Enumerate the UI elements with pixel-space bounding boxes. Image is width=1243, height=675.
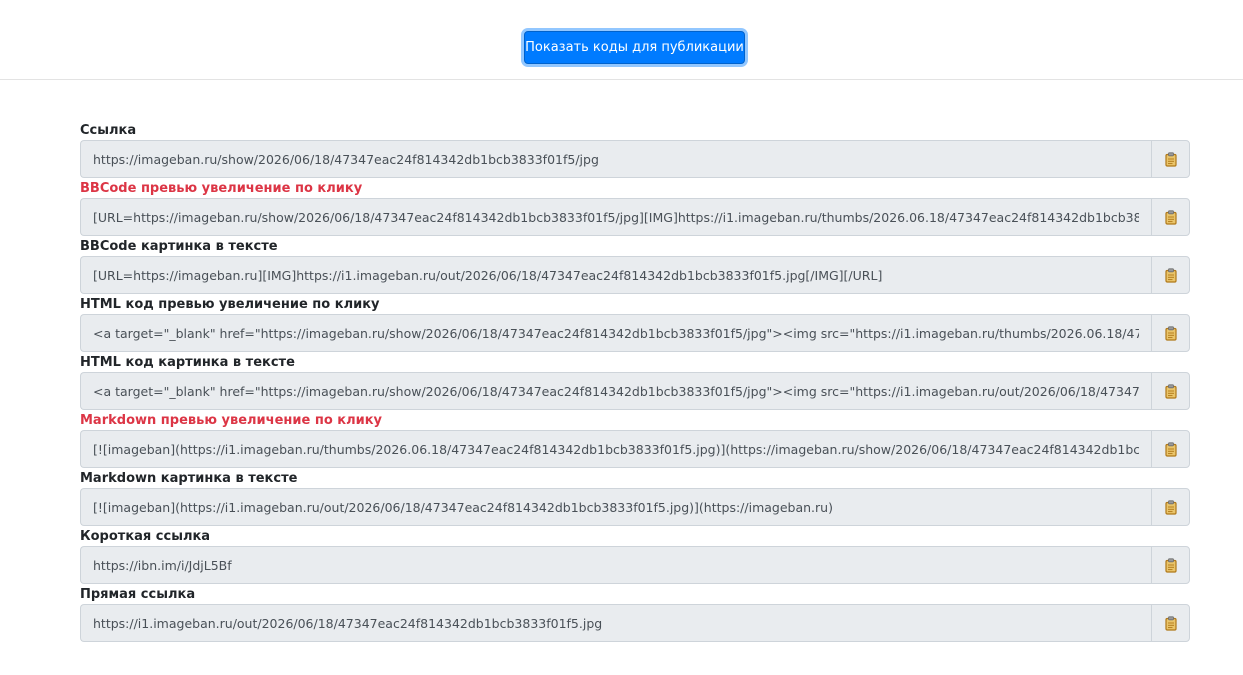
code-group-direct-link: Прямая ссылка: [80, 585, 1190, 643]
clipboard-icon: [1164, 499, 1177, 515]
clipboard-icon: [1164, 441, 1177, 457]
html-preview-field[interactable]: [80, 314, 1151, 352]
copy-button[interactable]: [1151, 430, 1190, 468]
code-label: Ссылка: [80, 123, 137, 138]
markdown-preview-field[interactable]: [80, 430, 1151, 468]
code-label: Прямая ссылка: [80, 587, 196, 602]
copy-button[interactable]: [1151, 372, 1190, 410]
link-field[interactable]: [80, 140, 1151, 178]
bbcode-inline-field[interactable]: [80, 256, 1151, 294]
copy-button[interactable]: [1151, 546, 1190, 584]
clipboard-icon: [1164, 615, 1177, 631]
short-link-field[interactable]: [80, 546, 1151, 584]
input-group: [80, 198, 1190, 236]
code-group-markdown-preview: Markdown превью увеличение по клику: [80, 411, 1190, 469]
input-group: [80, 140, 1190, 178]
code-group-short-link: Короткая ссылка: [80, 527, 1190, 585]
input-group: [80, 314, 1190, 352]
copy-button[interactable]: [1151, 256, 1190, 294]
clipboard-icon: [1164, 151, 1177, 167]
input-group: [80, 546, 1190, 584]
copy-button[interactable]: [1151, 140, 1190, 178]
clipboard-icon: [1164, 383, 1177, 399]
clipboard-icon: [1164, 267, 1177, 283]
input-group: [80, 488, 1190, 526]
code-label: BBCode картинка в тексте: [80, 239, 278, 254]
code-label: Markdown превью увеличение по клику: [80, 413, 383, 428]
code-label: HTML код картинка в тексте: [80, 355, 295, 370]
clipboard-icon: [1164, 209, 1177, 225]
top-bar: Показать коды для публикации: [0, 0, 1243, 80]
show-codes-button[interactable]: Показать коды для публикации: [524, 31, 745, 64]
input-group: [80, 256, 1190, 294]
code-group-markdown-inline: Markdown картинка в тексте: [80, 469, 1190, 527]
code-group-link: Ссылка: [80, 121, 1190, 179]
clipboard-icon: [1164, 325, 1177, 341]
copy-button[interactable]: [1151, 314, 1190, 352]
copy-button[interactable]: [1151, 604, 1190, 642]
code-group-bbcode-preview: BBCode превью увеличение по клику: [80, 179, 1190, 237]
direct-link-field[interactable]: [80, 604, 1151, 642]
codes-list: Ссылка BBCode превью увеличение по клику…: [80, 121, 1190, 643]
code-label: Короткая ссылка: [80, 529, 211, 544]
code-label: Markdown картинка в тексте: [80, 471, 298, 486]
input-group: [80, 604, 1190, 642]
copy-button[interactable]: [1151, 488, 1190, 526]
code-group-html-inline: HTML код картинка в тексте: [80, 353, 1190, 411]
markdown-inline-field[interactable]: [80, 488, 1151, 526]
code-group-bbcode-inline: BBCode картинка в тексте: [80, 237, 1190, 295]
html-inline-field[interactable]: [80, 372, 1151, 410]
clipboard-icon: [1164, 557, 1177, 573]
code-group-html-preview: HTML код превью увеличение по клику: [80, 295, 1190, 353]
input-group: [80, 372, 1190, 410]
bbcode-preview-field[interactable]: [80, 198, 1151, 236]
input-group: [80, 430, 1190, 468]
code-label: BBCode превью увеличение по клику: [80, 181, 363, 196]
copy-button[interactable]: [1151, 198, 1190, 236]
code-label: HTML код превью увеличение по клику: [80, 297, 380, 312]
